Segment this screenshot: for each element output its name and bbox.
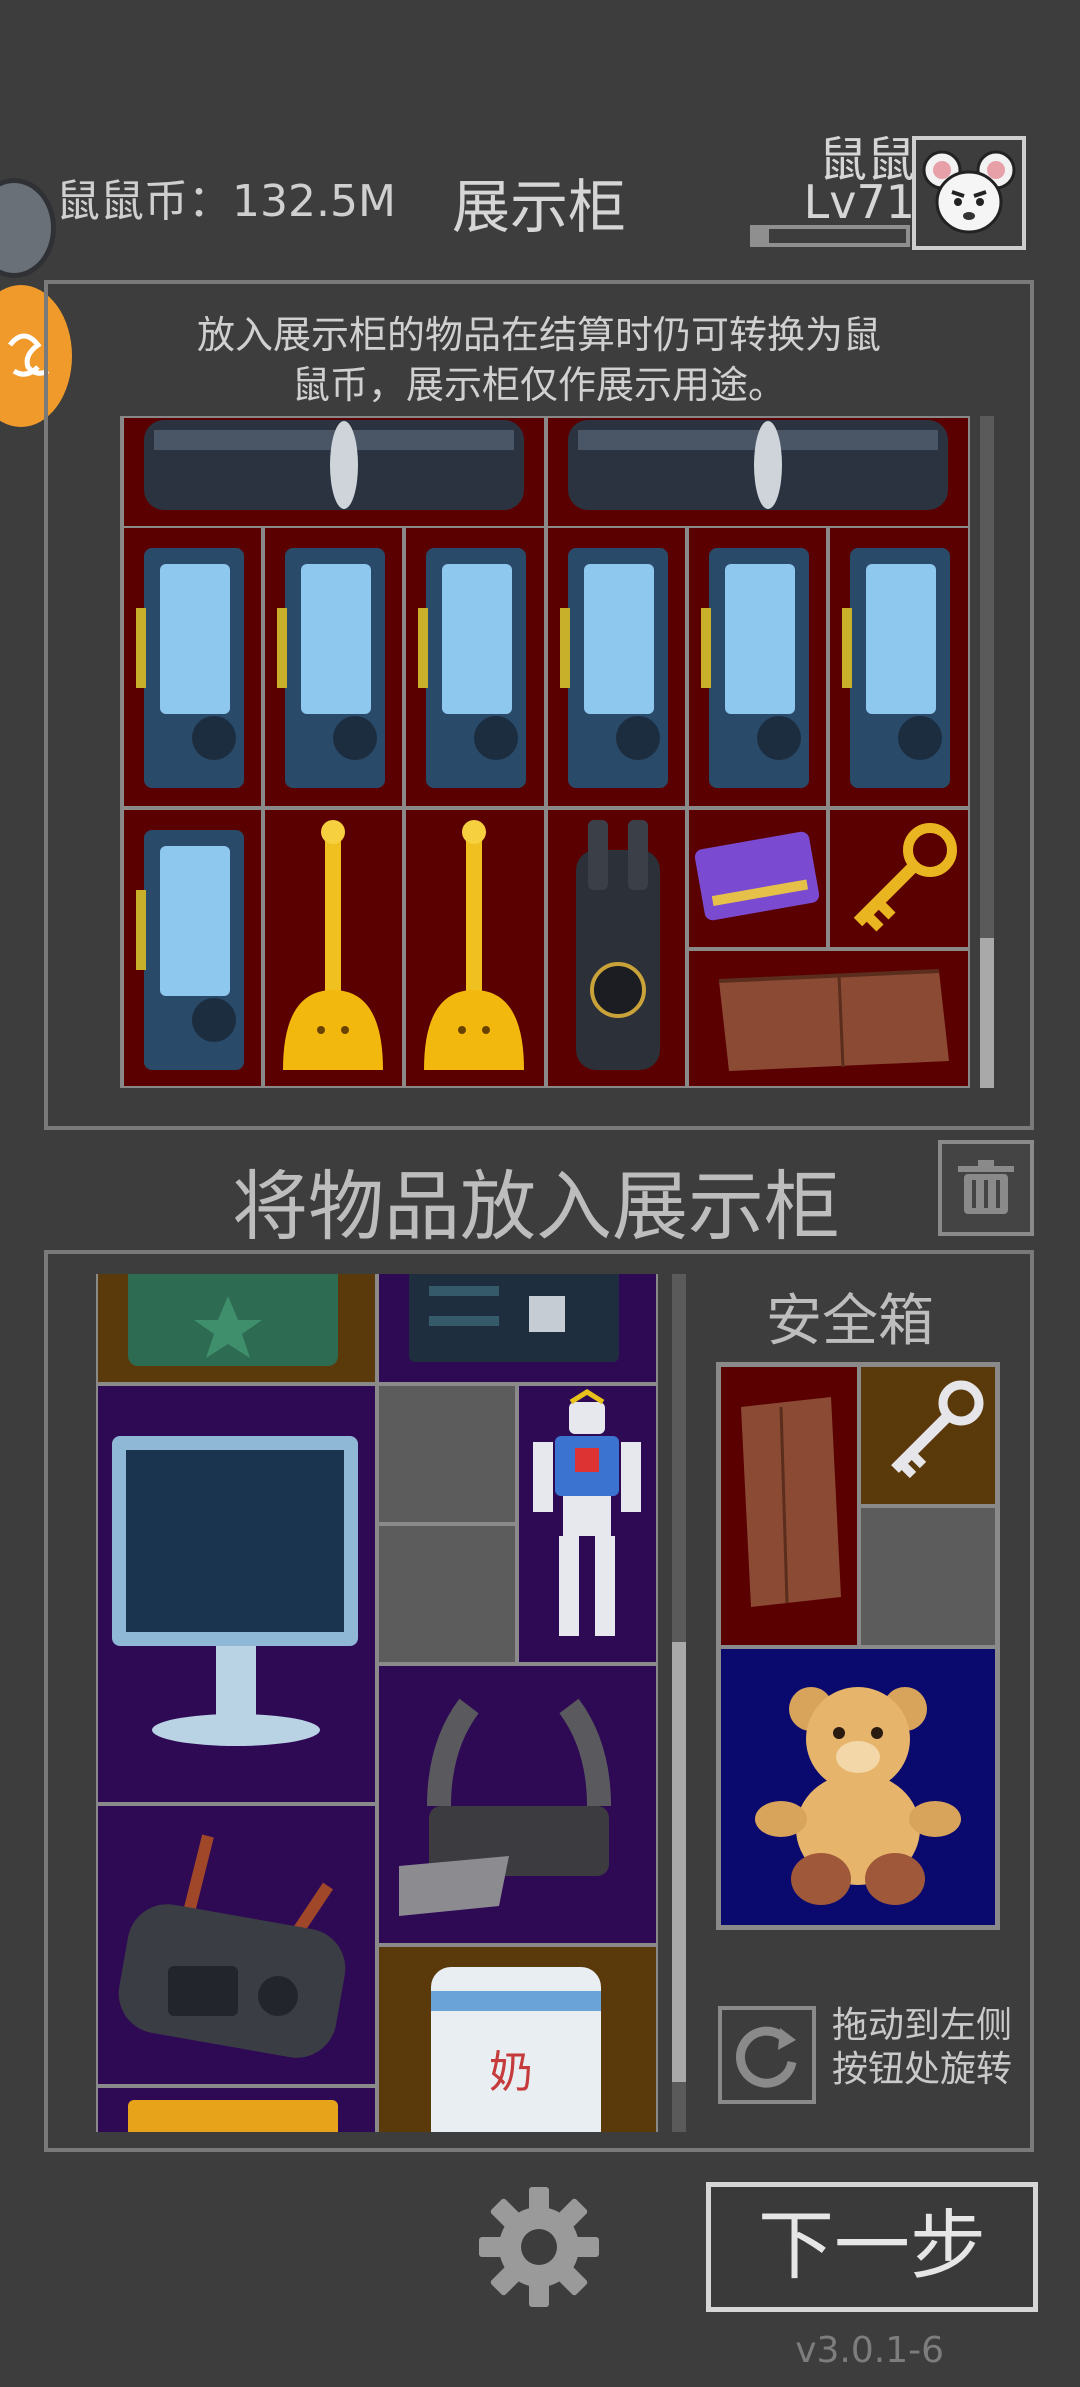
xp-progress-fill — [754, 229, 770, 243]
cabinet-item-golden-plunger[interactable] — [404, 808, 546, 1086]
cabinet-description-line2: 鼠币，展示柜仅作展示用途。 — [291, 363, 786, 407]
inventory-item-water-jug[interactable]: 奶 — [377, 1945, 658, 2132]
cabinet-item-golden-plunger[interactable] — [263, 808, 404, 1086]
cabinet-item-graphics-card[interactable] — [546, 526, 687, 808]
trash-icon — [958, 1160, 1014, 1214]
cabinet-item-graphics-card[interactable] — [122, 526, 263, 808]
safe-box-title: 安全箱 — [766, 1289, 934, 1354]
inventory-item-gold-bars[interactable] — [96, 2086, 377, 2132]
cabinet-item-gold-key[interactable] — [828, 808, 968, 949]
inventory-empty-slot[interactable] — [377, 1384, 517, 1524]
cabinet-scrollbar-thumb[interactable] — [980, 938, 994, 1088]
inventory-item-tactical-vest[interactable] — [377, 1664, 658, 1945]
trash-button[interactable] — [938, 1140, 1034, 1236]
inventory-item-monitor[interactable] — [96, 1384, 377, 1804]
coin-balance: 鼠鼠币：132.5M — [56, 176, 396, 227]
cabinet-item-walkie-talkie[interactable] — [546, 808, 687, 1086]
safe-box-grid[interactable] — [716, 1362, 1000, 1930]
inventory-scrollbar-thumb[interactable] — [672, 1642, 686, 2082]
cabinet-item-graphics-card[interactable] — [122, 808, 263, 1086]
cabinet-description: 放入展示柜的物品在结算时仍可转换为鼠 鼠币，展示柜仅作展示用途。 — [48, 310, 1030, 410]
safe-item-silver-key[interactable] — [859, 1365, 997, 1506]
xp-progress-bar — [750, 225, 910, 247]
player-level: Lv71 — [803, 175, 915, 229]
svg-text:奶: 奶 — [489, 2047, 533, 2098]
avatar[interactable] — [912, 136, 1026, 250]
safe-item-leather-folder[interactable] — [719, 1365, 859, 1647]
rotate-hint-line1: 拖动到左侧 — [832, 2005, 1013, 2046]
page-title: 展示柜 — [452, 173, 627, 241]
safe-empty-slot[interactable] — [859, 1506, 997, 1647]
version-label: v3.0.1-6 — [795, 2330, 944, 2371]
settings-button[interactable] — [474, 2182, 604, 2312]
cabinet-item-rolled-mat[interactable] — [546, 418, 968, 528]
cabinet-description-line1: 放入展示柜的物品在结算时仍可转换为鼠 — [196, 313, 881, 357]
side-chat-button[interactable] — [0, 178, 56, 278]
inventory-item-remote-controller[interactable] — [96, 1804, 377, 2086]
next-button[interactable]: 下一步 — [706, 2182, 1038, 2312]
cabinet-grid[interactable] — [120, 416, 970, 1088]
cabinet-item-graphics-card[interactable] — [687, 526, 828, 808]
inventory-item-circuit-board[interactable] — [377, 1274, 658, 1384]
cabinet-item-purple-keycard[interactable] — [687, 808, 828, 949]
inventory-grid[interactable]: 奶 — [96, 1274, 658, 2132]
rotate-hint-line2: 按钮处旋转 — [832, 2049, 1013, 2090]
inventory-item-robot-figure[interactable] — [517, 1384, 658, 1664]
rotate-hint: 拖动到左侧 按钮处旋转 — [832, 2004, 1012, 2092]
inventory-scrollbar[interactable] — [672, 1274, 686, 2132]
rotate-icon — [735, 2026, 797, 2088]
cabinet-item-leather-folder[interactable] — [687, 949, 968, 1086]
mouse-avatar-icon — [922, 150, 1016, 234]
inventory-empty-slot[interactable] — [377, 1524, 517, 1664]
cabinet-item-graphics-card[interactable] — [263, 526, 404, 808]
display-cabinet-panel: 放入展示柜的物品在结算时仍可转换为鼠 鼠币，展示柜仅作展示用途。 — [44, 280, 1034, 1130]
inventory-item-green-jerrycan[interactable] — [96, 1274, 377, 1384]
cabinet-item-rolled-mat[interactable] — [122, 418, 546, 528]
gear-icon — [479, 2187, 599, 2307]
cabinet-scrollbar[interactable] — [980, 416, 994, 1088]
place-section-title: 将物品放入展示柜 — [232, 1162, 840, 1251]
cabinet-item-graphics-card[interactable] — [404, 526, 546, 808]
safe-item-teddy-bear[interactable] — [719, 1647, 997, 1927]
inventory-panel: 奶 安全箱 拖动到左侧 按钮处旋转 — [44, 1250, 1034, 2152]
rotate-button[interactable] — [718, 2006, 816, 2104]
cabinet-item-graphics-card[interactable] — [828, 526, 968, 808]
